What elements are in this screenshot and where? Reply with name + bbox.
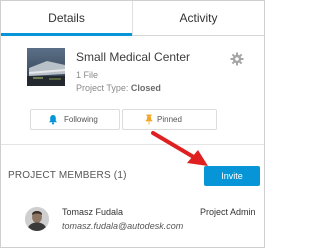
member-name: Tomasz Fudala bbox=[62, 207, 124, 217]
bell-icon bbox=[49, 115, 57, 125]
tab-activity[interactable]: Activity bbox=[133, 1, 264, 35]
active-tab-indicator bbox=[1, 33, 132, 36]
member-list-item[interactable]: Tomasz Fudala tomasz.fudala@autodesk.com… bbox=[1, 199, 264, 244]
project-thumbnail bbox=[27, 48, 65, 86]
tab-details[interactable]: Details bbox=[1, 1, 133, 35]
pin-icon bbox=[145, 114, 153, 125]
gear-icon[interactable] bbox=[230, 52, 244, 66]
pinned-button[interactable]: Pinned bbox=[122, 109, 217, 130]
project-details-panel: Details Activity Small Medical Center 1 … bbox=[0, 0, 265, 248]
pinned-label: Pinned bbox=[157, 115, 182, 124]
project-type-label: Project Type: bbox=[76, 83, 129, 93]
project-type-value: Closed bbox=[130, 83, 161, 93]
member-role: Project Admin bbox=[200, 207, 256, 217]
member-email: tomasz.fudala@autodesk.com bbox=[62, 221, 184, 231]
following-label: Following bbox=[64, 115, 98, 124]
project-file-count: 1 File bbox=[76, 70, 99, 80]
following-button[interactable]: Following bbox=[30, 109, 120, 130]
project-type: Project Type: Closed bbox=[76, 83, 161, 93]
section-divider bbox=[1, 144, 264, 145]
project-members-heading: PROJECT MEMBERS (1) bbox=[8, 170, 127, 181]
building-photo-thumbnail-icon bbox=[27, 48, 65, 86]
avatar-photo-icon bbox=[25, 207, 49, 231]
tab-bar: Details Activity bbox=[1, 1, 264, 36]
avatar bbox=[25, 207, 49, 231]
invite-button[interactable]: Invite bbox=[204, 166, 260, 186]
project-name: Small Medical Center bbox=[76, 50, 191, 64]
